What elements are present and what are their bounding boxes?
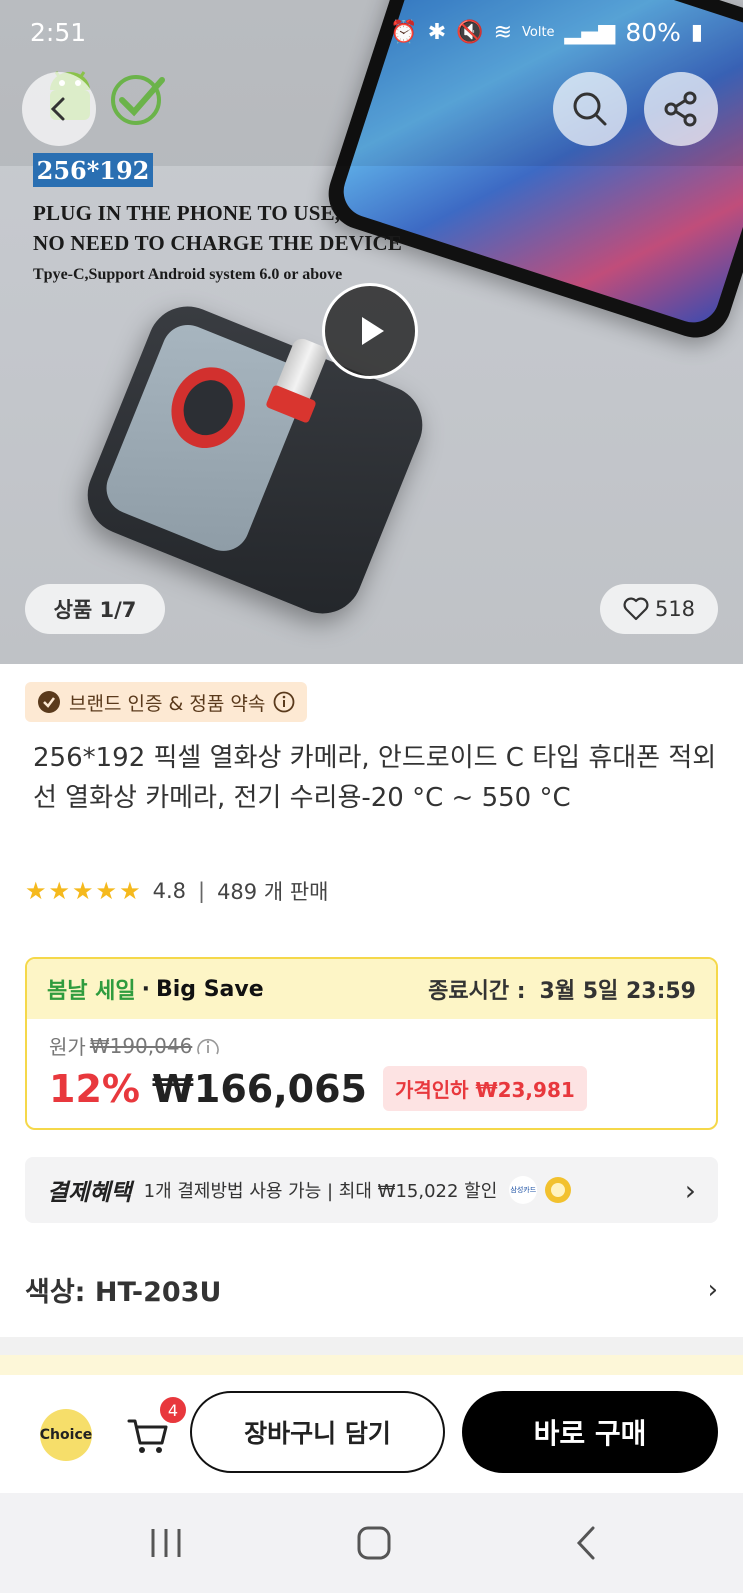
info-icon[interactable] [196,1034,220,1058]
wifi-icon: ≋ [493,20,512,45]
recent-apps-icon [151,1529,181,1557]
alarm-icon: ⏰ [390,20,418,45]
sale-header: 봄날 세일 · Big Save 종료시간 : 3월 5일 23:59 [27,959,716,1019]
product-image-gallery[interactable]: 2:51 ⏰ ✱ 🔇 ≋ Volte ▂▄▆ 80% ▮ 256*192 PLU… [0,0,743,664]
share-icon [664,91,697,127]
discount-percent: 12% [49,1066,140,1111]
color-option-label: 색상: HT-203U [25,1277,222,1308]
star-icon: ★ [25,877,47,905]
rating-value: 4.8 [152,879,186,903]
next-section-peek [0,1355,743,1375]
status-icons: ⏰ ✱ 🔇 ≋ Volte ▂▄▆ 80% ▮ [390,18,703,47]
payment-title: 결제혜택 [47,1180,132,1206]
info-icon [273,691,295,713]
verified-badge-icon [38,691,60,713]
bottom-action-bar: Choice 4 장바구니 담기 바로 구매 [0,1375,743,1493]
sale-body: 원가 ₩190,046 12% ₩166,065 가격인하 ₩23,981 [27,1019,716,1123]
brand-badge-label: 브랜드 인증 & 정품 약속 [69,692,266,715]
play-icon [362,317,384,345]
like-button[interactable]: 518 [600,584,718,634]
payment-text: 1개 결제방법 사용 가능 | 최대 ₩15,022 할인 [143,1181,498,1202]
back-button[interactable] [22,72,96,146]
sale-end-label: 종료시간 : [428,979,526,1004]
buy-now-button[interactable]: 바로 구매 [462,1391,718,1473]
battery-icon: ▮ [690,20,703,45]
search-icon [573,92,607,126]
home-button[interactable] [354,1523,394,1563]
sale-price: ₩166,065 [151,1066,367,1111]
original-price-label: 원가 [49,1035,86,1059]
star-icon: ★ [95,877,118,905]
status-bar: 2:51 ⏰ ✱ 🔇 ≋ Volte ▂▄▆ 80% ▮ [0,0,743,66]
rating-separator: | [197,879,206,903]
sale-dot: · [141,976,150,1002]
cart-count-badge: 4 [158,1395,188,1425]
original-price: ₩190,046 [89,1033,193,1058]
chevron-right-icon: › [707,1274,718,1305]
image-counter: 상품 1/7 [25,584,165,634]
brand-verified-badge[interactable]: 브랜드 인증 & 정품 약속 [25,682,308,722]
home-icon [357,1526,391,1560]
samsung-card-icon: 삼성카드 [509,1176,538,1204]
sale-event-name: 봄날 세일 [47,979,136,1004]
choice-badge[interactable]: Choice [40,1409,92,1461]
system-back-button[interactable] [566,1523,606,1563]
chevron-left-icon [576,1526,595,1560]
bluetooth-icon: ✱ [427,20,447,45]
hero-headline-line2: NO NEED TO CHARGE THE DEVICE [33,231,403,255]
share-button[interactable] [644,72,718,146]
mute-icon: 🔇 [456,20,484,45]
play-video-button[interactable] [322,283,418,379]
hero-headline-line1: PLUG IN THE PHONE TO USE, [33,201,341,225]
sold-count: 489 개 판매 [217,880,329,904]
search-button[interactable] [553,72,627,146]
hero-headline: PLUG IN THE PHONE TO USE, NO NEED TO CHA… [33,198,402,258]
hero-subline: Tpye-C,Support Android system 6.0 or abo… [33,266,343,283]
star-icon: ★ [48,877,71,905]
add-to-cart-button[interactable]: 장바구니 담기 [190,1391,445,1473]
sale-panel: 봄날 세일 · Big Save 종료시간 : 3월 5일 23:59 원가 ₩… [25,957,718,1130]
star-icon: ★ [119,877,141,905]
network-label: Volte [522,25,555,40]
sale-end-time: 3월 5일 23:59 [539,979,696,1004]
medal-icon [545,1177,572,1203]
check-circle-icon [111,75,165,125]
chevron-left-icon [50,97,65,121]
section-divider [0,1337,743,1355]
signal-icon: ▂▄▆ [564,20,616,45]
heart-icon [623,597,649,621]
recent-apps-button[interactable] [146,1523,186,1563]
system-nav-bar [0,1493,743,1593]
price-row: 12% ₩166,065 가격인하 ₩23,981 [49,1066,694,1111]
battery-level: 80% [625,18,681,47]
chevron-right-icon: › [684,1173,696,1207]
status-time: 2:51 [30,18,87,47]
star-rating: ★ ★ ★ ★ ★ [25,879,141,903]
price-cut-badge: 가격인하 ₩23,981 [382,1066,587,1111]
payment-benefits-row[interactable]: 결제혜택 1개 결제방법 사용 가능 | 최대 ₩15,022 할인 삼성카드 … [25,1157,718,1223]
star-icon: ★ [72,877,94,905]
resolution-badge: 256*192 [33,153,153,187]
color-option-row[interactable]: 색상: HT-203U › [25,1270,718,1309]
sale-event-tag: Big Save [155,976,264,1002]
product-title: 256*192 픽셀 열화상 카메라, 안드로이드 C 타입 휴대폰 적외선 열… [33,743,717,813]
original-price-row: 원가 ₩190,046 [49,1031,694,1060]
rating-row[interactable]: ★ ★ ★ ★ ★ 4.8 | 489 개 판매 [25,876,328,906]
like-count: 518 [654,597,696,621]
